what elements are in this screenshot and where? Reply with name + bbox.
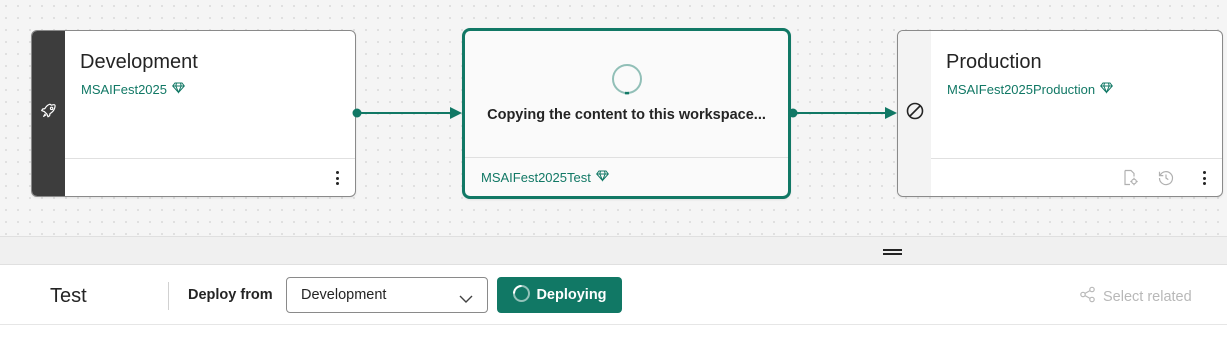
drag-handle-icon[interactable] [883, 249, 902, 255]
stage-footer [65, 158, 355, 196]
status-message: Copying the content to this workspace... [487, 107, 766, 123]
more-options-button[interactable] [327, 168, 347, 188]
stage-card-test[interactable]: Copying the content to this workspace...… [462, 28, 791, 199]
rocket-icon [40, 103, 57, 124]
history-icon[interactable] [1157, 169, 1175, 192]
more-options-button[interactable] [1194, 168, 1214, 188]
deploy-button-label: Deploying [536, 287, 607, 303]
select-related-label: Select related [1103, 288, 1192, 305]
dropdown-value: Development [301, 287, 387, 303]
connector-test-to-production [788, 107, 897, 119]
stage-toolbar: Test Deploy from Development Deploying S… [0, 265, 1227, 325]
blocked-icon [906, 102, 924, 125]
diamond-icon [172, 82, 185, 97]
stage-rail [898, 31, 931, 196]
more-vertical-icon [1202, 171, 1206, 185]
workspace-link[interactable]: MSAIFest2025 [81, 82, 185, 97]
selected-stage-title: Test [50, 285, 87, 307]
diamond-icon [595, 170, 609, 185]
stage-rail [32, 31, 65, 196]
deployment-rules-icon[interactable] [1122, 169, 1140, 192]
stage-title: Production [946, 51, 1042, 73]
workspace-link[interactable]: MSAIFest2025Production [947, 82, 1114, 97]
loading-spinner-icon [611, 63, 643, 100]
loading-spinner-icon [512, 284, 531, 307]
workspace-link[interactable]: MSAIFest2025Test [481, 170, 609, 185]
stage-card-development[interactable]: Development MSAIFest2025 [31, 30, 356, 197]
connector-dev-to-test [352, 107, 462, 119]
more-vertical-icon [335, 171, 339, 185]
deploy-button[interactable]: Deploying [497, 277, 622, 313]
diamond-icon [1100, 82, 1114, 97]
deploy-from-label: Deploy from [188, 287, 273, 303]
pipeline-canvas: Development MSAIFest2025 Copying the con… [0, 0, 1227, 236]
stage-title: Development [80, 51, 198, 73]
select-related-button[interactable]: Select related [1079, 286, 1192, 307]
share-nodes-icon [1079, 286, 1096, 307]
divider [168, 282, 169, 310]
workspace-name[interactable]: MSAIFest2025Production [947, 82, 1095, 97]
workspace-name[interactable]: MSAIFest2025Test [481, 170, 591, 185]
stage-footer [931, 158, 1222, 196]
workspace-name[interactable]: MSAIFest2025 [81, 82, 167, 97]
stage-footer: MSAIFest2025Test [465, 157, 788, 196]
stage-card-production[interactable]: Production MSAIFest2025Production [897, 30, 1223, 197]
chevron-down-icon [459, 291, 473, 309]
panel-resize-bar[interactable] [0, 236, 1227, 265]
deploy-from-dropdown[interactable]: Development [286, 277, 488, 313]
